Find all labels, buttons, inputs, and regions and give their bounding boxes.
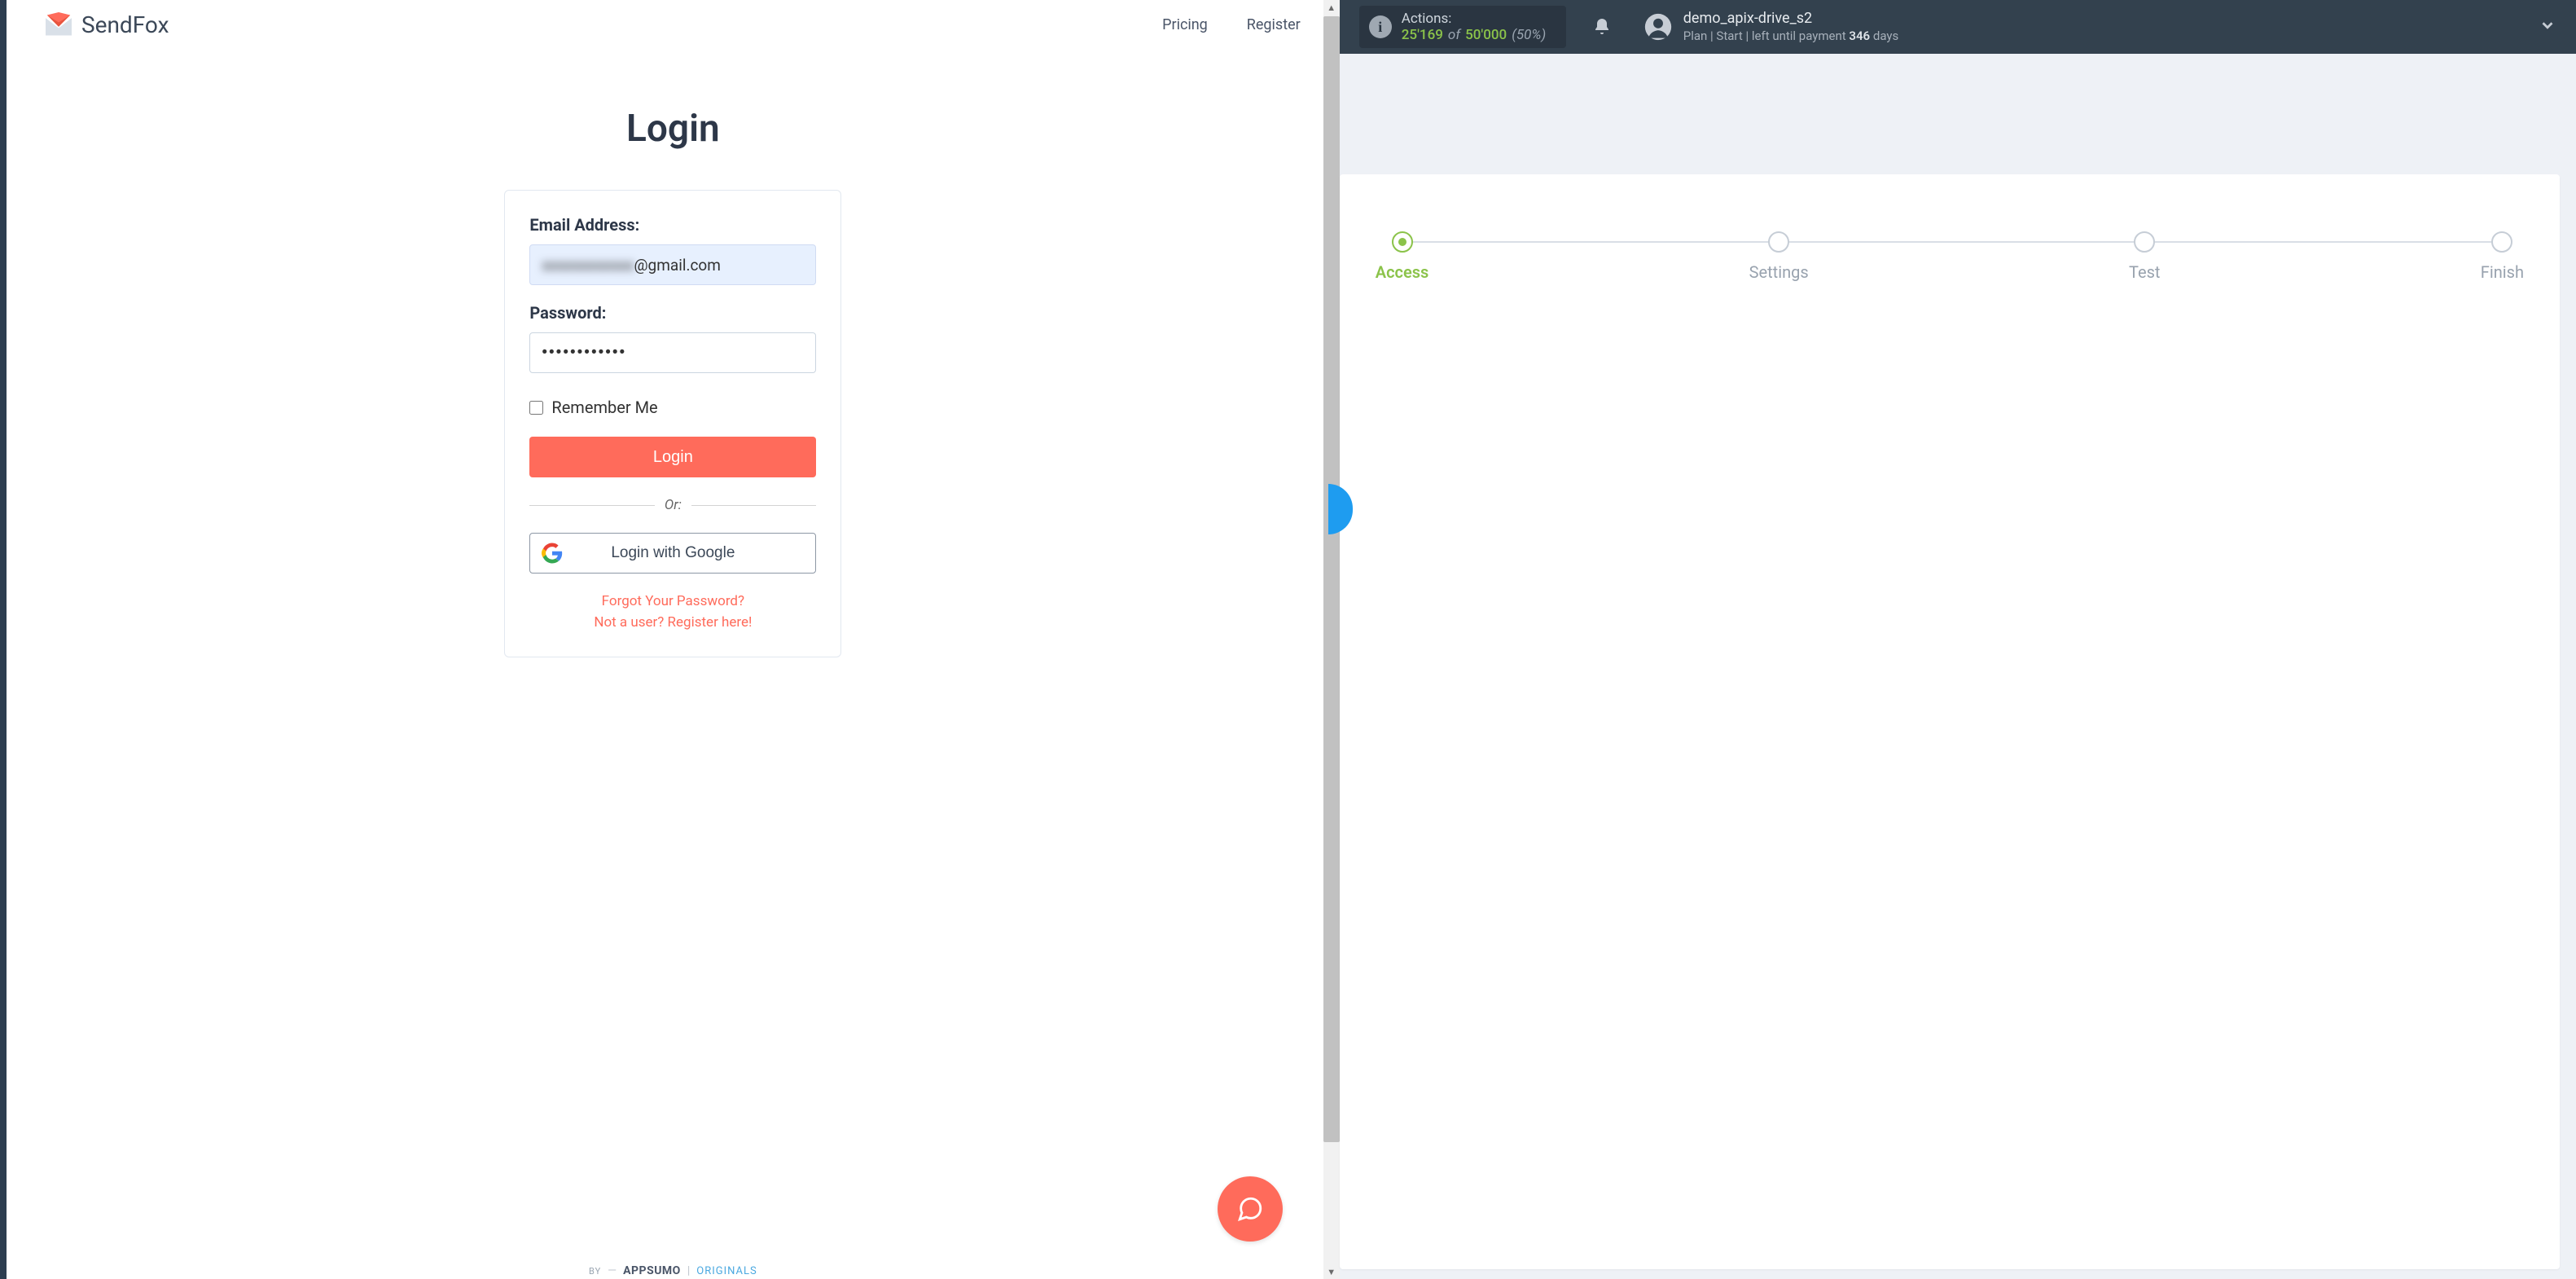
divider-line-right bbox=[691, 505, 817, 506]
step-access[interactable]: Access bbox=[1376, 231, 1429, 282]
register-here-link[interactable]: Not a user? Register here! bbox=[529, 614, 816, 631]
or-divider: Or: bbox=[529, 497, 816, 513]
actions-text: Actions: 25'169 of 50'000 (50%) bbox=[1402, 11, 1546, 44]
step-test-dot[interactable] bbox=[2134, 231, 2155, 253]
sendfox-nav: Pricing Register bbox=[1162, 16, 1301, 33]
user-avatar-icon bbox=[1644, 13, 1672, 41]
email-clear-part: @gmail.com bbox=[634, 256, 720, 275]
plan-line: Plan | Start | left until payment 346 da… bbox=[1683, 29, 1898, 44]
footer-sub: ORIGINALS bbox=[696, 1265, 757, 1277]
step-test-label: Test bbox=[2129, 262, 2160, 282]
forgot-password-link[interactable]: Forgot Your Password? bbox=[529, 593, 816, 609]
step-finish-label: Finish bbox=[2481, 262, 2524, 282]
actions-pct: (50%) bbox=[1512, 27, 1546, 43]
remember-me-label[interactable]: Remember Me bbox=[551, 398, 657, 417]
apixdrive-pane: i Actions: 25'169 of 50'000 (50%) d bbox=[1340, 0, 2576, 1279]
sendfox-logo-text: SendFox bbox=[81, 11, 169, 38]
nav-register[interactable]: Register bbox=[1247, 16, 1301, 33]
actions-of: of bbox=[1448, 27, 1460, 43]
bell-icon[interactable] bbox=[1592, 17, 1612, 37]
scroll-up-arrow[interactable]: ▲ bbox=[1323, 0, 1340, 15]
step-access-dot[interactable] bbox=[1392, 231, 1413, 253]
sendfox-footer: BY — APPSUMO | ORIGINALS bbox=[589, 1264, 757, 1279]
side-tab-bubble[interactable] bbox=[1328, 484, 1353, 534]
actions-total: 50'000 bbox=[1465, 27, 1507, 43]
chat-bubble-button[interactable] bbox=[1218, 1176, 1283, 1242]
plan-days-word: days bbox=[1873, 29, 1898, 43]
step-finish[interactable]: Finish bbox=[2481, 231, 2524, 282]
user-block[interactable]: demo_apix-drive_s2 Plan | Start | left u… bbox=[1644, 10, 1898, 43]
plan-prefix: Plan | bbox=[1683, 29, 1714, 43]
scroll-down-arrow[interactable]: ▼ bbox=[1323, 1264, 1340, 1279]
body-spacer bbox=[1340, 54, 2560, 174]
sendfox-logo[interactable]: SendFox bbox=[44, 11, 169, 38]
remember-me-row: Remember Me bbox=[529, 398, 816, 417]
stepper-track bbox=[1392, 241, 2508, 243]
chevron-down-icon bbox=[2539, 16, 2556, 34]
wizard-stepper: Access Settings Test Finish bbox=[1376, 231, 2524, 282]
scrollbar-thumb[interactable] bbox=[1323, 16, 1340, 1142]
sendfox-topbar: SendFox Pricing Register bbox=[7, 0, 1340, 50]
actions-counter[interactable]: i Actions: 25'169 of 50'000 (50%) bbox=[1359, 6, 1566, 49]
wizard-card: Access Settings Test Finish bbox=[1340, 174, 2560, 1269]
divider-line-left bbox=[529, 505, 655, 506]
sendfox-logo-icon bbox=[44, 12, 73, 38]
plan-name: Start bbox=[1716, 29, 1742, 43]
login-button[interactable]: Login bbox=[529, 437, 816, 477]
google-button-label: Login with Google bbox=[611, 544, 735, 562]
footer-brand: APPSUMO bbox=[623, 1264, 681, 1277]
actions-used: 25'169 bbox=[1402, 27, 1443, 43]
password-field[interactable] bbox=[529, 332, 816, 373]
apix-topbar: i Actions: 25'169 of 50'000 (50%) d bbox=[1340, 0, 2576, 54]
step-access-label: Access bbox=[1376, 262, 1429, 282]
login-title: Login bbox=[626, 107, 720, 151]
apix-body: Access Settings Test Finish bbox=[1340, 54, 2576, 1279]
info-icon: i bbox=[1369, 15, 1392, 38]
sendfox-login-pane: SendFox Pricing Register Login Email Add… bbox=[0, 0, 1340, 1279]
nav-pricing[interactable]: Pricing bbox=[1162, 16, 1208, 33]
email-label: Email Address: bbox=[529, 215, 816, 235]
topbar-expand-button[interactable] bbox=[2539, 16, 2556, 37]
actions-label: Actions: bbox=[1402, 11, 1546, 27]
email-field[interactable]: xxxxxxxxxxxx@gmail.com bbox=[529, 244, 816, 285]
helper-links: Forgot Your Password? Not a user? Regist… bbox=[529, 593, 816, 631]
step-settings[interactable]: Settings bbox=[1749, 231, 1809, 282]
login-card: Email Address: xxxxxxxxxxxx@gmail.com Pa… bbox=[504, 190, 841, 657]
step-settings-label: Settings bbox=[1749, 262, 1809, 282]
chat-icon bbox=[1236, 1195, 1264, 1223]
google-icon bbox=[542, 543, 563, 564]
remember-me-checkbox[interactable] bbox=[529, 401, 543, 415]
or-text: Or: bbox=[655, 497, 691, 513]
username: demo_apix-drive_s2 bbox=[1683, 10, 1898, 29]
email-blurred-part: xxxxxxxxxxxx bbox=[542, 256, 634, 275]
step-settings-dot[interactable] bbox=[1768, 231, 1789, 253]
step-test[interactable]: Test bbox=[2129, 231, 2160, 282]
plan-days-number: 346 bbox=[1849, 29, 1870, 43]
step-finish-dot[interactable] bbox=[2491, 231, 2512, 253]
plan-mid: | left until payment bbox=[1746, 29, 1846, 43]
user-text: demo_apix-drive_s2 Plan | Start | left u… bbox=[1683, 10, 1898, 43]
login-with-google-button[interactable]: Login with Google bbox=[529, 533, 816, 574]
login-main: Login Email Address: xxxxxxxxxxxx@gmail.… bbox=[7, 107, 1340, 657]
password-label: Password: bbox=[529, 303, 816, 323]
scrollbar[interactable]: ▲ ▼ bbox=[1323, 0, 1340, 1279]
footer-by: BY bbox=[589, 1266, 601, 1277]
